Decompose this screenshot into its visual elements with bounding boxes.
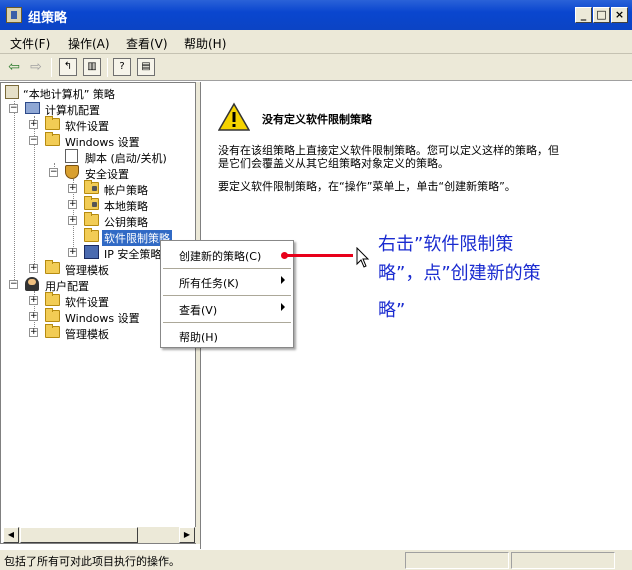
submenu-arrow-icon bbox=[281, 276, 285, 284]
menu-bar: 文件(F) 操作(A) 查看(V) 帮助(H) bbox=[0, 30, 632, 54]
menu-separator bbox=[163, 322, 291, 323]
title-bar: 组策略 _ □ × bbox=[0, 0, 632, 30]
menu-item-label: 所有任务(K) bbox=[179, 277, 239, 290]
folder-icon bbox=[84, 228, 99, 242]
up-folder-icon[interactable]: ↰ bbox=[59, 58, 77, 76]
tree-label: 本地策略 bbox=[104, 200, 148, 213]
menu-file[interactable]: 文件(F) bbox=[10, 35, 50, 52]
collapse-toggle[interactable]: − bbox=[9, 104, 18, 113]
collapse-toggle[interactable]: − bbox=[49, 168, 58, 177]
folder-icon bbox=[45, 292, 60, 306]
warning-icon bbox=[218, 102, 250, 131]
context-menu-create-new-policy[interactable]: 创建新的策略(C) bbox=[161, 244, 293, 266]
expand-toggle[interactable]: + bbox=[68, 248, 77, 257]
help-icon[interactable]: ? bbox=[113, 58, 131, 76]
tree-guide bbox=[14, 101, 15, 286]
maximize-button[interactable]: □ bbox=[593, 7, 610, 23]
tree-label: 帐户策略 bbox=[104, 184, 148, 197]
context-menu-all-tasks[interactable]: 所有任务(K) bbox=[161, 271, 293, 293]
toolbar: ⇦ ⇨ ↰ ▥ ? ▤ bbox=[0, 54, 632, 81]
ip-security-icon bbox=[84, 245, 99, 259]
computer-icon bbox=[25, 102, 40, 114]
tree-label: 公钥策略 bbox=[104, 216, 148, 229]
script-document-icon bbox=[65, 149, 78, 163]
detail-paragraph-1: 没有在该组策略上直接定义软件限制策略。您可以定义这样的策略，但 是它们会覆盖义从… bbox=[218, 144, 618, 170]
folder-open-icon bbox=[45, 132, 60, 146]
collapse-toggle[interactable]: − bbox=[9, 280, 18, 289]
detail-text-line: 是它们会覆盖义从其它组策略对象定义的策略。 bbox=[218, 157, 449, 170]
context-menu-view[interactable]: 查看(V) bbox=[161, 298, 293, 320]
submenu-arrow-icon bbox=[281, 303, 285, 311]
folder-icon bbox=[45, 308, 60, 322]
close-button[interactable]: × bbox=[611, 7, 628, 23]
tree-label: IP 安全策略 bbox=[104, 248, 162, 261]
show-hide-tree-icon[interactable]: ▥ bbox=[83, 58, 101, 76]
expand-toggle[interactable]: + bbox=[29, 296, 38, 305]
back-arrow-icon[interactable]: ⇦ bbox=[5, 58, 23, 76]
tree-label: 管理模板 bbox=[65, 328, 109, 341]
menu-help[interactable]: 帮助(H) bbox=[184, 35, 226, 52]
scroll-thumb[interactable] bbox=[20, 527, 138, 543]
annotation-text-line-3: 略” bbox=[378, 300, 406, 321]
collapse-toggle[interactable]: − bbox=[29, 136, 38, 145]
context-menu: 创建新的策略(C) 所有任务(K) 查看(V) 帮助(H) bbox=[160, 240, 294, 348]
minimize-button[interactable]: _ bbox=[575, 7, 592, 23]
detail-paragraph-2: 要定义软件限制策略，在“操作”菜单上，单击“创建新策略”。 bbox=[218, 180, 516, 193]
context-menu-help[interactable]: 帮助(H) bbox=[161, 325, 293, 347]
properties-icon[interactable]: ▤ bbox=[137, 58, 155, 76]
tree-label: Windows 设置 bbox=[65, 312, 140, 325]
menu-separator bbox=[163, 268, 291, 269]
scroll-left-arrow-icon[interactable]: ◀ bbox=[3, 527, 19, 543]
locked-folder-icon bbox=[84, 196, 99, 210]
folder-icon bbox=[45, 260, 60, 274]
locked-folder-icon bbox=[84, 180, 99, 194]
tree-label: 管理模板 bbox=[65, 264, 109, 277]
window-title: 组策略 bbox=[28, 11, 68, 26]
security-icon bbox=[65, 165, 79, 179]
status-cell bbox=[405, 552, 509, 569]
tree-label: 软件设置 bbox=[65, 296, 109, 309]
expand-toggle[interactable]: + bbox=[68, 184, 77, 193]
expand-toggle[interactable]: + bbox=[29, 120, 38, 129]
policy-icon bbox=[5, 85, 19, 99]
mouse-cursor-icon bbox=[356, 247, 370, 268]
annotation-text-line-2: 略”，点”创建新的策 bbox=[378, 263, 541, 284]
toolbar-separator bbox=[107, 58, 108, 77]
status-bar: 包括了所有可对此项目执行的操作。 bbox=[0, 549, 632, 570]
detail-heading: 没有定义软件限制策略 bbox=[262, 113, 372, 126]
annotation-arrow-line bbox=[283, 254, 353, 257]
expand-toggle[interactable]: + bbox=[68, 200, 77, 209]
menu-separator bbox=[163, 295, 291, 296]
status-text: 包括了所有可对此项目执行的操作。 bbox=[4, 555, 180, 568]
annotation-text-line-1: 右击”软件限制策 bbox=[378, 234, 514, 255]
status-cell bbox=[511, 552, 615, 569]
folder-icon bbox=[45, 116, 60, 130]
expand-toggle[interactable]: + bbox=[29, 312, 38, 321]
folder-icon bbox=[45, 324, 60, 338]
expand-toggle[interactable]: + bbox=[29, 328, 38, 337]
tree-label: 软件设置 bbox=[65, 120, 109, 133]
menu-view[interactable]: 查看(V) bbox=[126, 35, 168, 52]
tree-label: 计算机配置 bbox=[45, 104, 100, 117]
expand-toggle[interactable]: + bbox=[29, 264, 38, 273]
forward-arrow-icon[interactable]: ⇨ bbox=[27, 58, 45, 76]
folder-icon bbox=[84, 212, 99, 226]
menu-item-label: 帮助(H) bbox=[179, 331, 218, 344]
detail-text-line: 没有在该组策略上直接定义软件限制策略。您可以定义这样的策略，但 bbox=[218, 144, 559, 157]
toolbar-separator bbox=[51, 58, 52, 77]
menu-item-label: 查看(V) bbox=[179, 304, 218, 317]
expand-toggle[interactable]: + bbox=[68, 216, 77, 225]
menu-action[interactable]: 操作(A) bbox=[68, 35, 110, 52]
user-icon bbox=[25, 277, 39, 291]
menu-item-label: 创建新的策略(C) bbox=[179, 250, 262, 263]
tree-horizontal-scrollbar[interactable]: ◀ ▶ bbox=[3, 527, 197, 543]
group-policy-app-icon bbox=[6, 7, 22, 23]
tree-label: “本地计算机” 策略 bbox=[23, 88, 115, 101]
tree-label: 脚本 (启动/关机) bbox=[85, 152, 167, 165]
tree-label: Windows 设置 bbox=[65, 136, 140, 149]
scroll-right-arrow-icon[interactable]: ▶ bbox=[179, 527, 195, 543]
